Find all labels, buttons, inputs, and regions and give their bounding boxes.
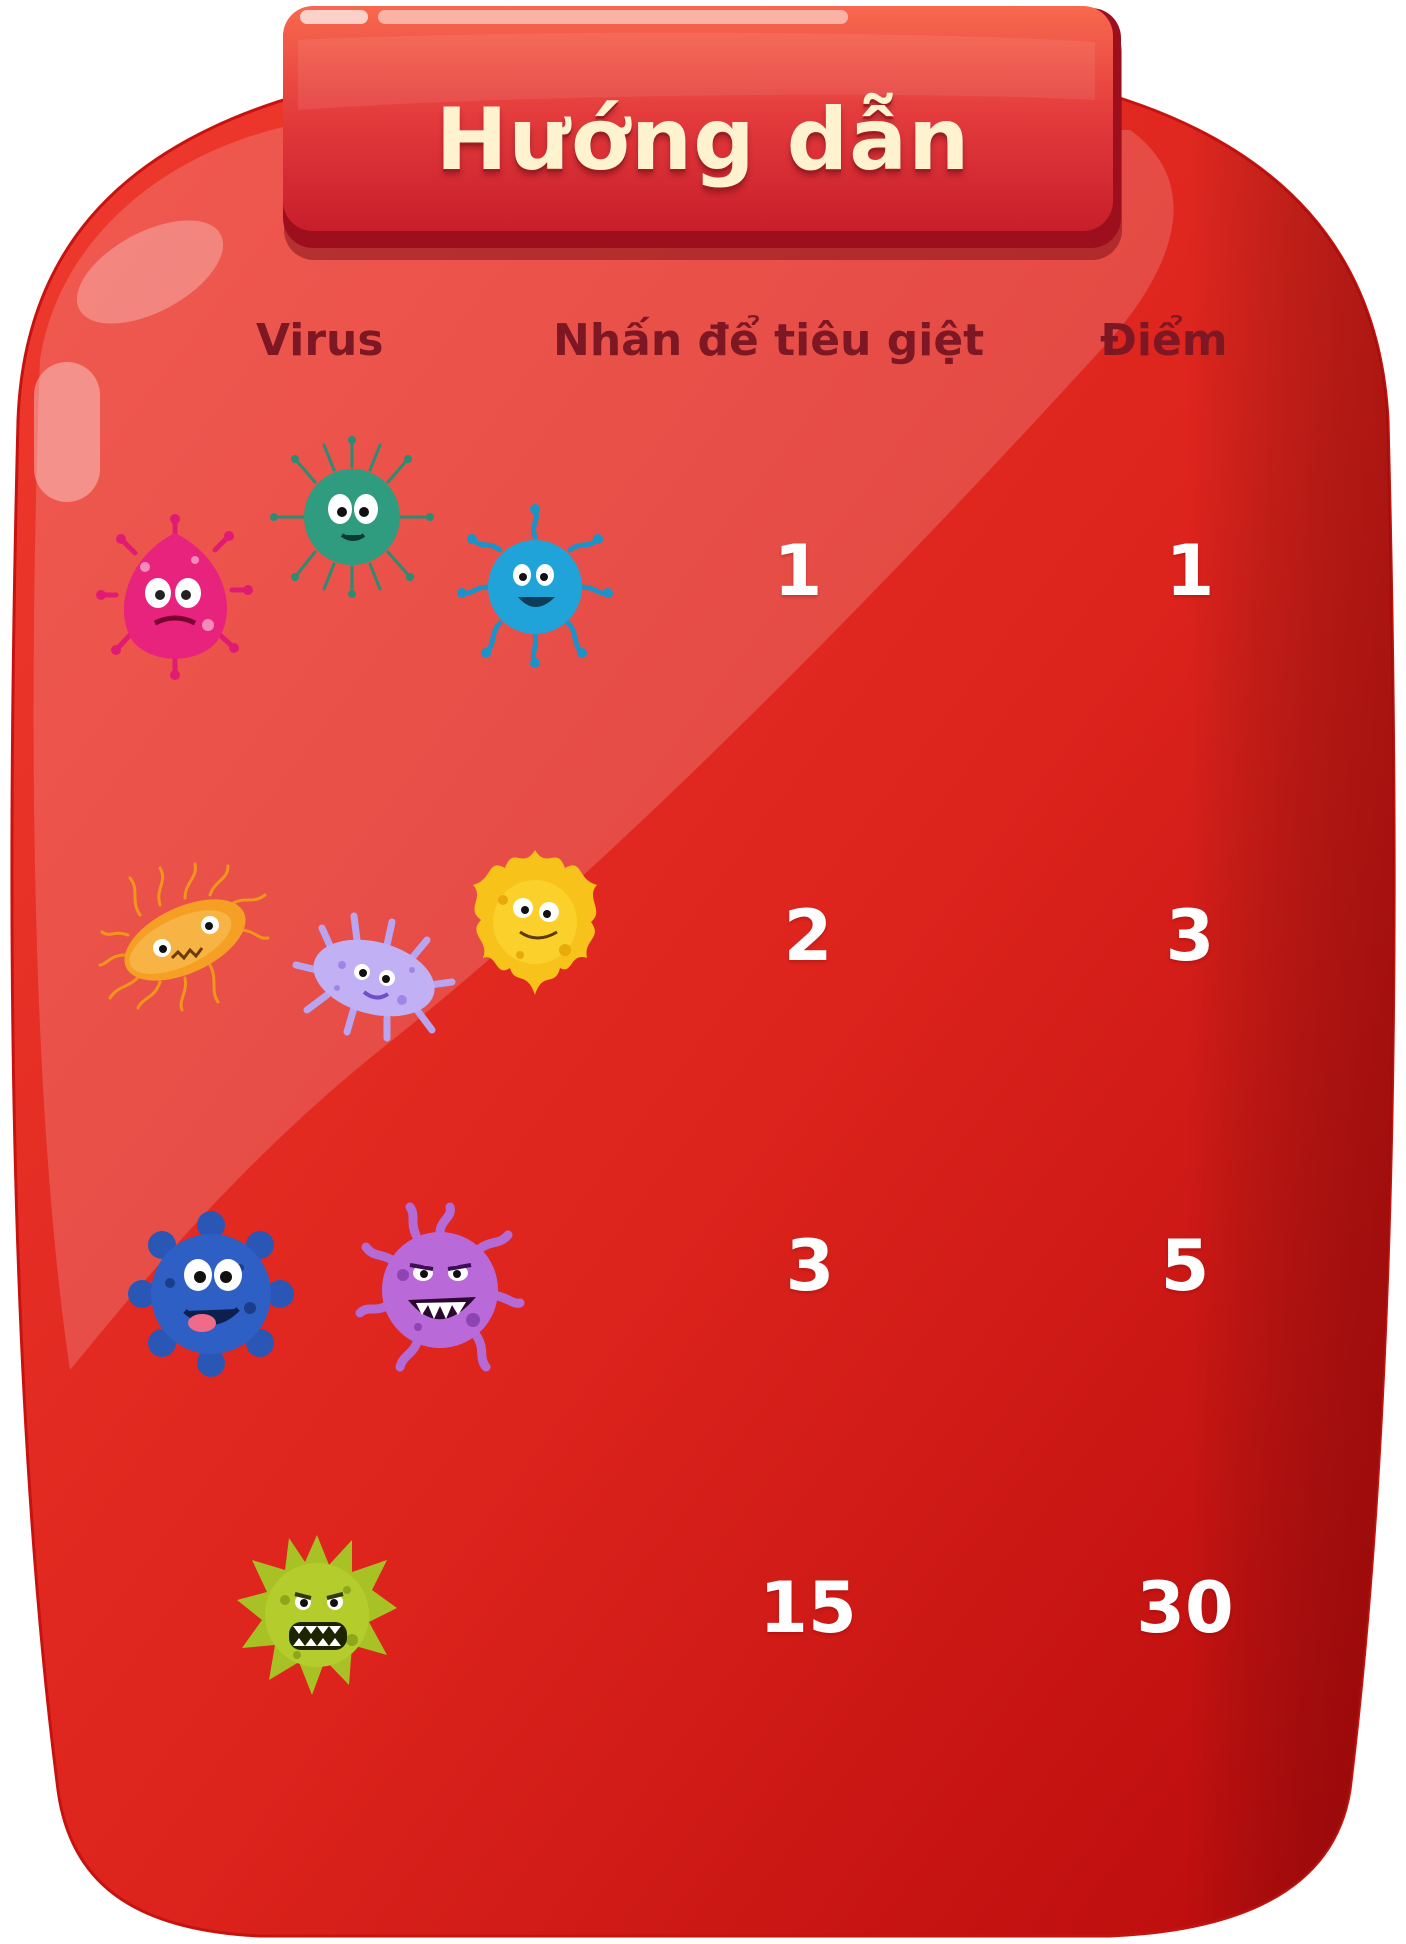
taps-value: 2 [783, 895, 833, 977]
lime-monster-virus-icon [237, 1530, 397, 1695]
blue-virus-icon [457, 504, 613, 668]
header-virus: Virus [256, 315, 384, 366]
header-taps-to-kill: Nhấn để tiêu giệt [553, 315, 985, 366]
taps-value: 3 [785, 1225, 835, 1307]
points-value: 3 [1165, 895, 1215, 977]
points-value: 1 [1165, 530, 1215, 612]
pink-virus-icon [96, 514, 253, 680]
orange-bacteria-icon [98, 860, 270, 1012]
panel-title: Hướng dẫn [435, 90, 971, 190]
teal-virus-icon [270, 436, 435, 598]
taps-value: 1 [773, 530, 823, 612]
lavender-bacteria-icon [292, 910, 457, 1042]
purple-monster-virus-icon [355, 1202, 525, 1372]
yellow-virus-icon [465, 840, 605, 1000]
points-value: 5 [1160, 1225, 1210, 1307]
taps-value: 15 [759, 1567, 857, 1649]
navy-virus-icon [128, 1211, 294, 1377]
header-points: Điểm [1100, 315, 1228, 366]
points-value: 30 [1136, 1567, 1234, 1649]
instructions-panel: Hướng dẫn Virus Nhấn để tiêu giệt Điểm 1… [0, 0, 1406, 1944]
